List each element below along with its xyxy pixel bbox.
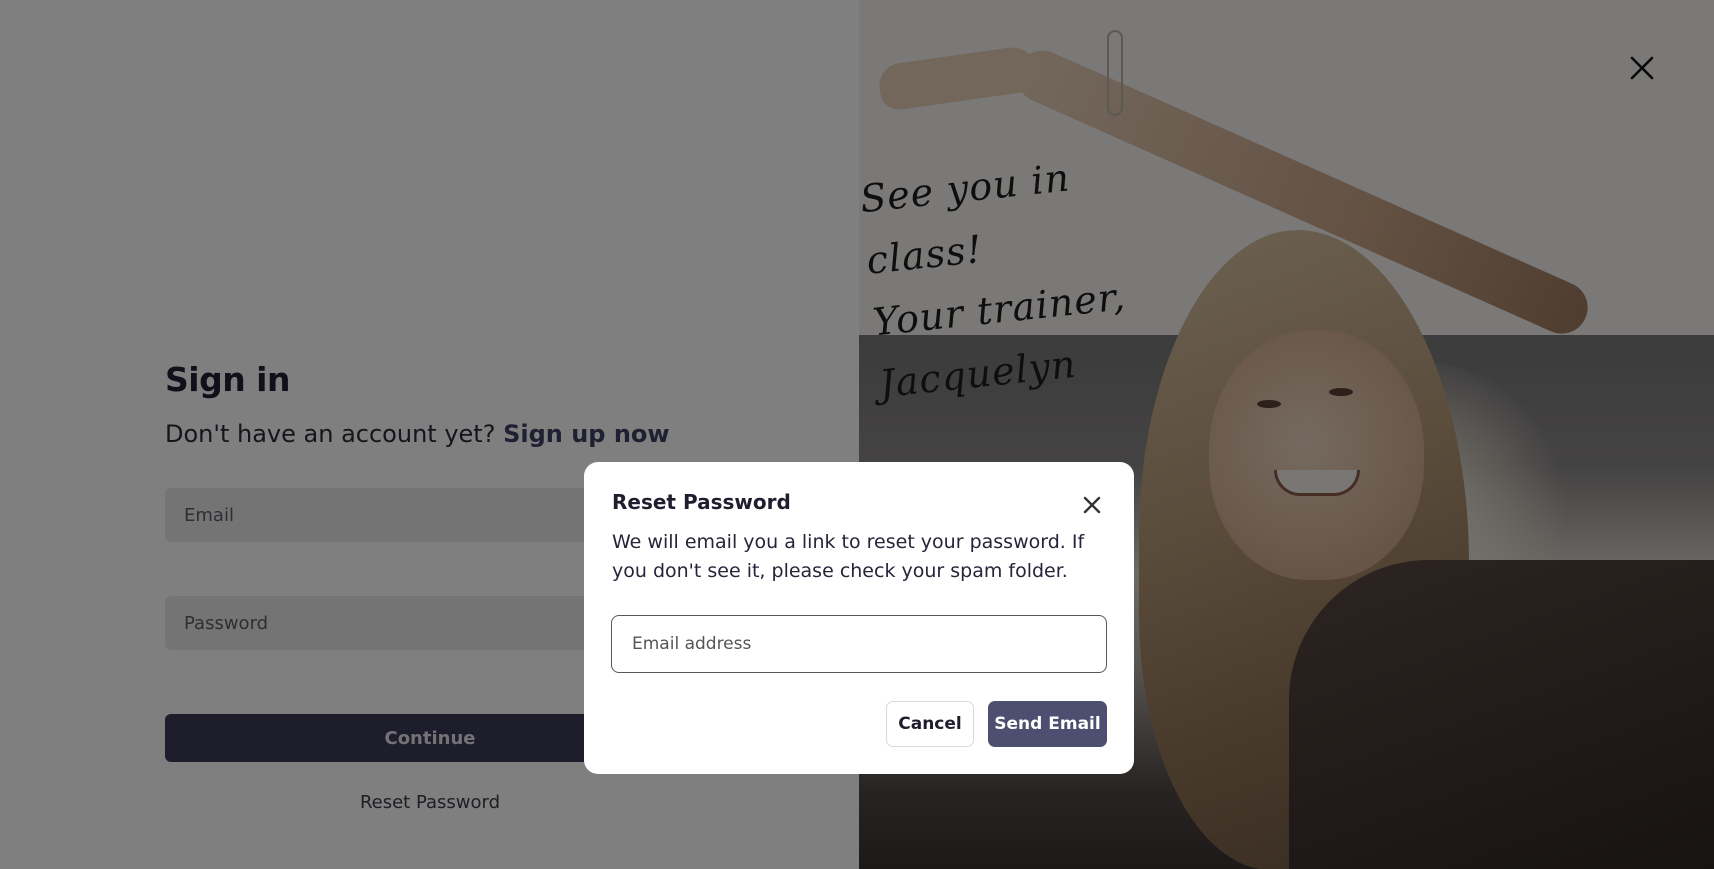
dialog-title: Reset Password	[612, 490, 791, 514]
close-icon	[1083, 496, 1101, 514]
dialog-description: We will email you a link to reset your p…	[612, 531, 1085, 582]
sign-in-page: Sign in Don't have an account yet? Sign …	[0, 0, 1714, 869]
email-address-input[interactable]	[611, 615, 1107, 673]
cancel-button[interactable]: Cancel	[886, 701, 974, 747]
reset-password-dialog: Reset Password We will email you a link …	[584, 462, 1134, 774]
send-email-button[interactable]: Send Email	[988, 701, 1107, 747]
dialog-close-button[interactable]	[1077, 490, 1107, 520]
